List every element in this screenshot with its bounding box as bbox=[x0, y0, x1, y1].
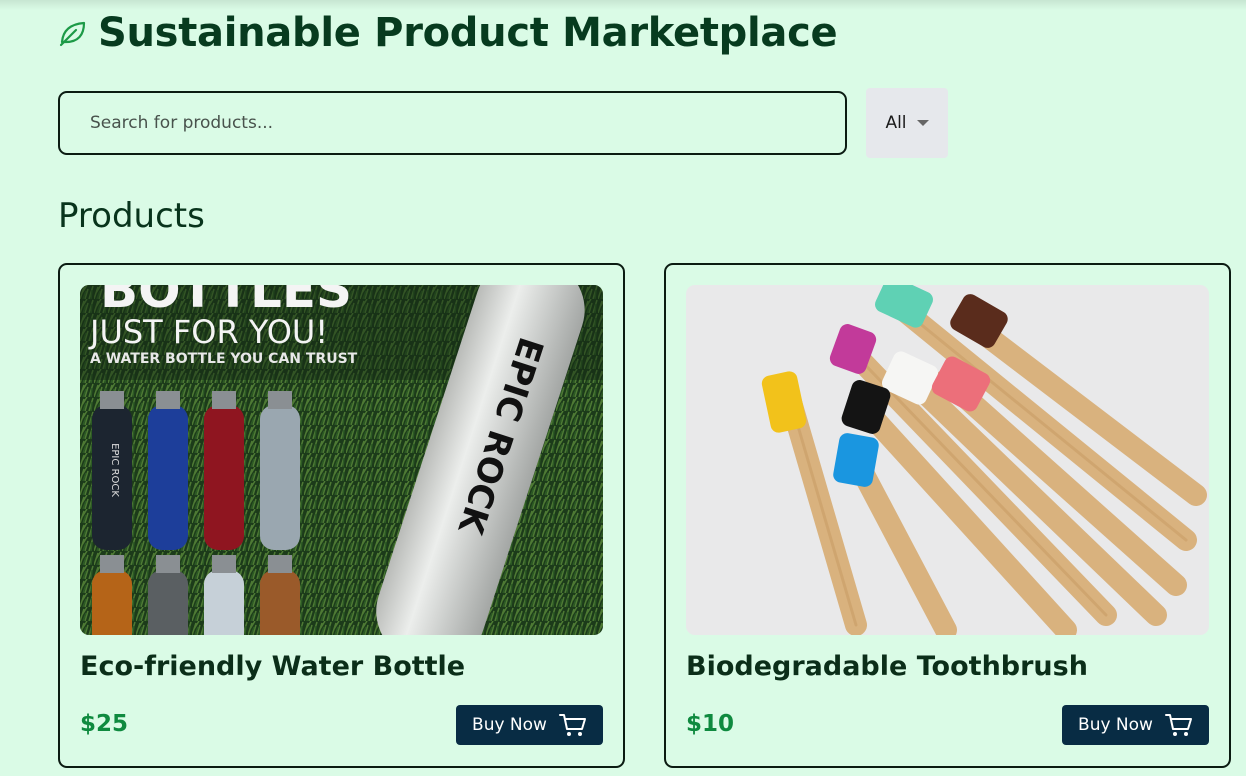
page-title: Sustainable Product Marketplace bbox=[98, 10, 838, 56]
category-filter-select[interactable]: All bbox=[866, 88, 948, 158]
product-card: BOTTLES JUST FOR YOU! A WATER BOTTLE YOU… bbox=[58, 263, 625, 768]
buy-now-label: Buy Now bbox=[472, 715, 547, 735]
product-image: BOTTLES JUST FOR YOU! A WATER BOTTLE YOU… bbox=[80, 285, 603, 635]
toothbrush-image bbox=[686, 285, 1209, 635]
product-price: $25 bbox=[80, 711, 129, 737]
buy-now-button[interactable]: Buy Now bbox=[1062, 705, 1209, 745]
search-input[interactable] bbox=[58, 91, 847, 155]
image-subline: A WATER BOTTLE YOU CAN TRUST bbox=[90, 351, 358, 367]
top-shadow bbox=[0, 0, 1246, 10]
products-section-title: Products bbox=[58, 196, 205, 236]
leaf-icon bbox=[59, 21, 86, 47]
product-image bbox=[686, 285, 1209, 635]
product-card: Biodegradable Toothbrush $10 Buy Now bbox=[664, 263, 1231, 768]
water-bottle-image: BOTTLES JUST FOR YOU! A WATER BOTTLE YOU… bbox=[80, 285, 603, 635]
shopping-cart-icon bbox=[558, 714, 586, 736]
product-price: $10 bbox=[686, 711, 735, 737]
shopping-cart-icon bbox=[1164, 714, 1192, 736]
filter-selected-value: All bbox=[885, 113, 907, 133]
buy-now-button[interactable]: Buy Now bbox=[456, 705, 603, 745]
caret-down-icon bbox=[916, 120, 929, 126]
image-tagline: JUST FOR YOU! bbox=[88, 313, 328, 351]
image-small-brand: EPIC ROCK bbox=[109, 443, 120, 497]
page-header: Sustainable Product Marketplace bbox=[58, 10, 838, 56]
product-name: Eco-friendly Water Bottle bbox=[80, 651, 466, 682]
product-name: Biodegradable Toothbrush bbox=[686, 651, 1088, 682]
buy-now-label: Buy Now bbox=[1078, 715, 1153, 735]
